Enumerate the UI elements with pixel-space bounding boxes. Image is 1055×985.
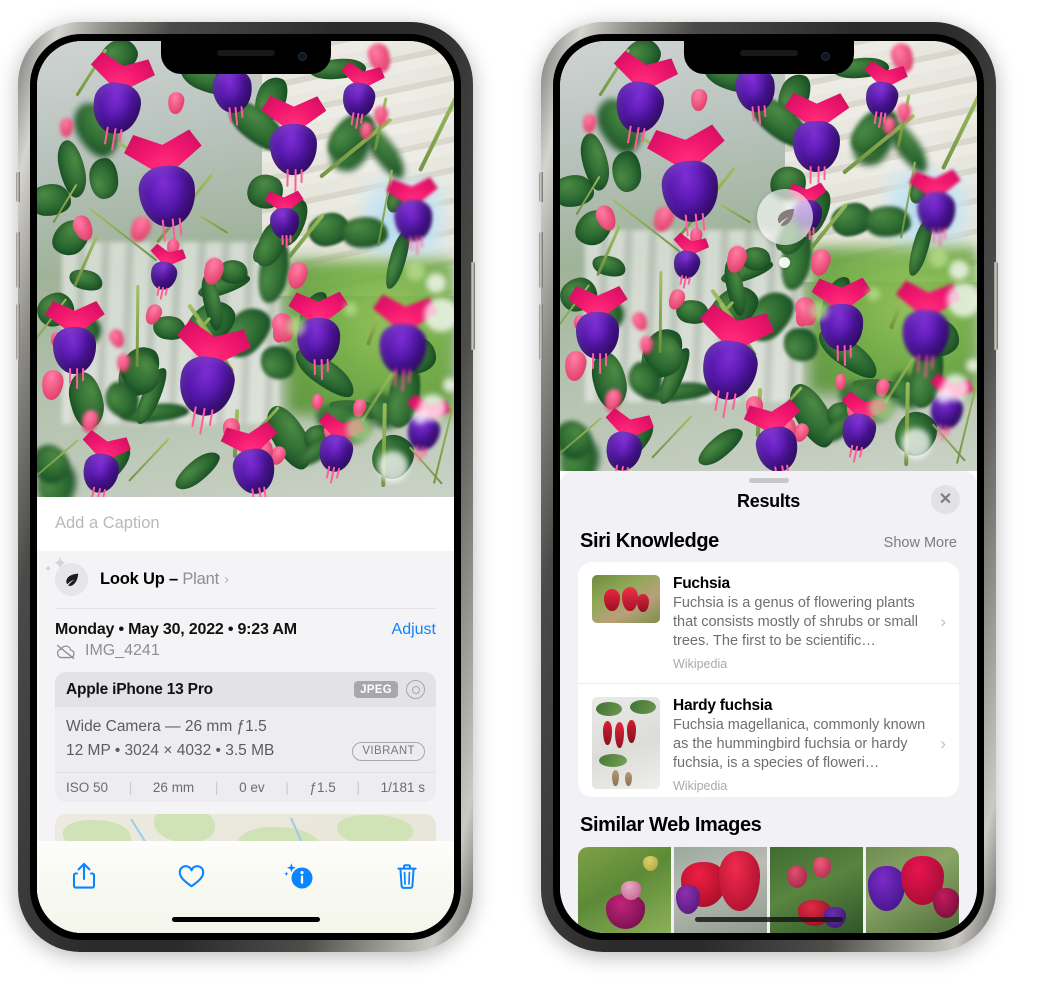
- look-up-kind: Plant: [182, 570, 219, 588]
- date-row: Monday • May 30, 2022 • 9:23 AM Adjust: [37, 609, 454, 639]
- exif-separator: |: [356, 780, 360, 796]
- result-source: Wikipedia: [673, 656, 728, 671]
- file-row: IMG_4241: [37, 639, 454, 672]
- earpiece-speaker: [739, 50, 798, 56]
- trash-icon[interactable]: [386, 855, 428, 897]
- format-badge: JPEG: [354, 681, 398, 698]
- sheet-title: Results: [737, 490, 800, 511]
- mute-switch[interactable]: [16, 172, 20, 202]
- exif-shutter: 1/181 s: [380, 780, 425, 796]
- section-title: Siri Knowledge: [580, 529, 719, 552]
- list-item[interactable]: Fuchsia Fuchsia is a genus of flowering …: [578, 562, 959, 683]
- screen-left: Add a Caption ✦ ✦ Look Up – Plant › Mond…: [37, 41, 454, 933]
- front-camera: [820, 52, 830, 61]
- exif-separator: |: [128, 780, 133, 796]
- chevron-right-icon: ›: [940, 612, 946, 632]
- result-description: Fuchsia magellanica, commonly known as t…: [673, 716, 926, 772]
- result-thumbnail: [592, 696, 660, 789]
- size-row: 12 MP • 3024 × 4032 • 3.5 MB VIBRANT: [66, 739, 425, 763]
- result-thumbnail: [592, 574, 660, 623]
- photo-viewer[interactable]: [37, 41, 454, 497]
- home-indicator[interactable]: [171, 917, 320, 922]
- exif-row: ISO 50 | 26 mm | 0 ev | ƒ1.5 | 1/181 s: [55, 772, 436, 802]
- sparkle-small-icon: ✦: [44, 564, 53, 575]
- result-source: Wikipedia: [673, 778, 728, 793]
- exif-focal: 26 mm: [152, 780, 195, 796]
- camera-metadata-card: Apple iPhone 13 Pro JPEG Wide Camera — 2…: [55, 672, 436, 803]
- result-body: Hardy fuchsia Fuchsia magellanica, commo…: [673, 697, 945, 793]
- front-camera: [297, 52, 307, 61]
- power-button[interactable]: [471, 262, 475, 350]
- notch: [683, 41, 854, 74]
- screenshot-stage: Add a Caption ✦ ✦ Look Up – Plant › Mond…: [0, 0, 1055, 985]
- icloud-slash-icon: [55, 644, 76, 659]
- exif-separator: |: [214, 780, 219, 796]
- exif-aperture: ƒ1.5: [309, 780, 336, 796]
- earpiece-speaker: [216, 50, 275, 56]
- identification-anchor-dot: [779, 257, 790, 268]
- look-up-row[interactable]: ✦ ✦ Look Up – Plant ›: [37, 551, 454, 608]
- result-title: Fuchsia: [673, 574, 730, 592]
- lens-line: Wide Camera — 26 mm ƒ1.5: [66, 718, 267, 735]
- leaf-icon[interactable]: [757, 189, 813, 245]
- look-up-label: Look Up – Plant ›: [100, 570, 229, 589]
- look-up-dash: –: [168, 570, 178, 588]
- share-icon[interactable]: [63, 855, 105, 897]
- home-indicator[interactable]: [694, 917, 843, 922]
- siri-knowledge-card: Fuchsia Fuchsia is a genus of flowering …: [578, 561, 959, 797]
- exif-exposure: 0 ev: [239, 780, 265, 796]
- siri-knowledge-header: Siri Knowledge Show More: [560, 526, 977, 562]
- volume-down-button[interactable]: [16, 304, 20, 360]
- leaf-icon: ✦ ✦: [44, 555, 88, 596]
- power-button[interactable]: [994, 262, 998, 350]
- heart-icon[interactable]: [171, 855, 213, 897]
- device-name: Apple iPhone 13 Pro: [66, 680, 213, 698]
- chevron-right-icon: ›: [940, 734, 946, 754]
- similar-web-images-header: Similar Web Images: [560, 797, 977, 839]
- list-item[interactable]: Hardy fuchsia Fuchsia magellanica, commo…: [578, 682, 959, 797]
- volume-up-button[interactable]: [16, 232, 20, 288]
- caption-input[interactable]: Add a Caption: [37, 497, 454, 551]
- size-line: 12 MP • 3024 × 4032 • 3.5 MB: [66, 742, 275, 760]
- screen-right: Results ✕ Siri Knowledge Show More Fuchs…: [560, 41, 977, 933]
- exif-separator: |: [285, 780, 289, 796]
- result-title: Hardy fuchsia: [673, 696, 773, 714]
- adjust-button[interactable]: Adjust: [392, 621, 436, 639]
- file-name: IMG_4241: [85, 642, 160, 659]
- result-body: Fuchsia Fuchsia is a genus of flowering …: [673, 575, 945, 671]
- close-icon[interactable]: ✕: [931, 484, 960, 514]
- metadata-body: Wide Camera — 26 mm ƒ1.5 12 MP • 3024 × …: [55, 707, 436, 772]
- metadata-header: Apple iPhone 13 Pro JPEG: [55, 672, 436, 707]
- metadata-badges: JPEG: [354, 680, 425, 699]
- chevron-right-icon: ›: [223, 571, 229, 588]
- iphone-right: Results ✕ Siri Knowledge Show More Fuchs…: [539, 22, 998, 952]
- show-more-button[interactable]: Show More: [884, 535, 957, 551]
- mute-switch[interactable]: [539, 172, 543, 202]
- result-description: Fuchsia is a genus of flowering plants t…: [673, 594, 918, 650]
- style-badge: VIBRANT: [352, 741, 425, 761]
- section-title: Similar Web Images: [580, 814, 762, 836]
- phone-bezel: Add a Caption ✦ ✦ Look Up – Plant › Mond…: [30, 34, 461, 940]
- photo-viewer[interactable]: [560, 41, 977, 471]
- photo-date: Monday • May 30, 2022 • 9:23 AM: [55, 621, 297, 638]
- iphone-left: Add a Caption ✦ ✦ Look Up – Plant › Mond…: [16, 22, 475, 952]
- info-sparkle-icon[interactable]: [278, 855, 320, 897]
- volume-up-button[interactable]: [539, 232, 543, 288]
- web-image-thumbnail[interactable]: [866, 847, 959, 933]
- hdr-ring-icon: [406, 680, 425, 699]
- volume-down-button[interactable]: [539, 304, 543, 360]
- exif-iso: ISO 50: [66, 780, 109, 796]
- look-up-title: Look Up: [100, 570, 165, 588]
- sheet-header: Results ✕: [560, 483, 977, 526]
- notch: [160, 41, 331, 74]
- visual-look-up-sheet: Results ✕ Siri Knowledge Show More Fuchs…: [560, 471, 977, 933]
- sparkle-icon: ✦: [53, 554, 68, 573]
- phone-bezel: Results ✕ Siri Knowledge Show More Fuchs…: [553, 34, 984, 940]
- web-image-thumbnail[interactable]: [578, 847, 671, 933]
- photo-info-sheet: Add a Caption ✦ ✦ Look Up – Plant › Mond…: [37, 497, 454, 933]
- caption-placeholder: Add a Caption: [55, 514, 160, 532]
